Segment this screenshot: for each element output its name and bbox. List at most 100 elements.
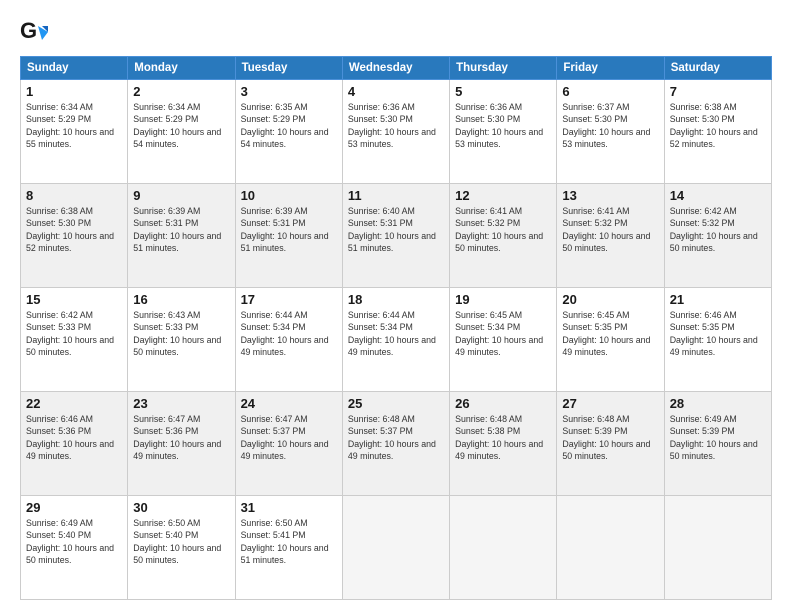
calendar-cell: 27 Sunrise: 6:48 AMSunset: 5:39 PMDayligh… <box>557 392 664 496</box>
calendar-cell: 20Sunrise: 6:45 AMSunset: 5:35 PMDayligh… <box>557 288 664 392</box>
day-number: 16 <box>133 292 229 307</box>
weekday-header-friday: Friday <box>557 57 664 80</box>
day-number: 21 <box>670 292 766 307</box>
day-info: Sunrise: 6:46 AMSunset: 5:36 PMDaylight:… <box>26 413 122 462</box>
calendar-cell: 29 Sunrise: 6:49 AMSunset: 5:40 PMDayligh… <box>21 496 128 600</box>
calendar-cell: 24 Sunrise: 6:47 AMSunset: 5:37 PMDayligh… <box>235 392 342 496</box>
day-number: 6 <box>562 84 658 99</box>
weekday-header-thursday: Thursday <box>450 57 557 80</box>
day-number: 15 <box>26 292 122 307</box>
day-number: 8 <box>26 188 122 203</box>
day-info: Sunrise: 6:41 AMSunset: 5:32 PMDaylight:… <box>562 205 658 254</box>
calendar-cell: 15 Sunrise: 6:42 AMSunset: 5:33 PMDayligh… <box>21 288 128 392</box>
calendar-cell: 26 Sunrise: 6:48 AMSunset: 5:38 PMDayligh… <box>450 392 557 496</box>
day-number: 28 <box>670 396 766 411</box>
header: G <box>20 18 772 46</box>
calendar-cell <box>664 496 771 600</box>
day-info: Sunrise: 6:39 AMSunset: 5:31 PMDaylight:… <box>241 205 337 254</box>
calendar-cell: 23 Sunrise: 6:47 AMSunset: 5:36 PMDayligh… <box>128 392 235 496</box>
calendar-cell: 11Sunrise: 6:40 AMSunset: 5:31 PMDayligh… <box>342 184 449 288</box>
day-number: 22 <box>26 396 122 411</box>
calendar-cell: 16Sunrise: 6:43 AMSunset: 5:33 PMDayligh… <box>128 288 235 392</box>
calendar-cell: 14 Sunrise: 6:42 AMSunset: 5:32 PMDayligh… <box>664 184 771 288</box>
calendar-cell: 10 Sunrise: 6:39 AMSunset: 5:31 PMDayligh… <box>235 184 342 288</box>
logo-icon: G <box>20 18 48 46</box>
day-number: 4 <box>348 84 444 99</box>
calendar-cell: 7 Sunrise: 6:38 AMSunset: 5:30 PMDaylight… <box>664 80 771 184</box>
page: G SundayMondayTuesdayWednesdayThursdayFr… <box>0 0 792 612</box>
calendar-cell: 25 Sunrise: 6:48 AMSunset: 5:37 PMDayligh… <box>342 392 449 496</box>
logo: G <box>20 18 52 46</box>
calendar-cell: 6 Sunrise: 6:37 AMSunset: 5:30 PMDaylight… <box>557 80 664 184</box>
day-number: 18 <box>348 292 444 307</box>
day-info: Sunrise: 6:49 AMSunset: 5:40 PMDaylight:… <box>26 517 122 566</box>
day-info: Sunrise: 6:35 AMSunset: 5:29 PMDaylight:… <box>241 101 337 150</box>
calendar-cell: 17Sunrise: 6:44 AMSunset: 5:34 PMDayligh… <box>235 288 342 392</box>
calendar-cell: 2Sunrise: 6:34 AMSunset: 5:29 PMDaylight… <box>128 80 235 184</box>
day-number: 11 <box>348 188 444 203</box>
svg-text:G: G <box>20 18 37 43</box>
weekday-header-sunday: Sunday <box>21 57 128 80</box>
day-number: 26 <box>455 396 551 411</box>
day-info: Sunrise: 6:46 AMSunset: 5:35 PMDaylight:… <box>670 309 766 358</box>
calendar-cell: 5 Sunrise: 6:36 AMSunset: 5:30 PMDaylight… <box>450 80 557 184</box>
day-number: 30 <box>133 500 229 515</box>
day-number: 25 <box>348 396 444 411</box>
day-number: 12 <box>455 188 551 203</box>
calendar-cell: 19Sunrise: 6:45 AMSunset: 5:34 PMDayligh… <box>450 288 557 392</box>
day-number: 20 <box>562 292 658 307</box>
day-info: Sunrise: 6:44 AMSunset: 5:34 PMDaylight:… <box>348 309 444 358</box>
day-number: 13 <box>562 188 658 203</box>
day-number: 23 <box>133 396 229 411</box>
day-info: Sunrise: 6:42 AMSunset: 5:32 PMDaylight:… <box>670 205 766 254</box>
weekday-header-saturday: Saturday <box>664 57 771 80</box>
day-number: 1 <box>26 84 122 99</box>
day-number: 29 <box>26 500 122 515</box>
calendar-cell: 1 Sunrise: 6:34 AMSunset: 5:29 PMDaylight… <box>21 80 128 184</box>
week-row-3: 15 Sunrise: 6:42 AMSunset: 5:33 PMDayligh… <box>21 288 772 392</box>
calendar-cell <box>342 496 449 600</box>
day-info: Sunrise: 6:38 AMSunset: 5:30 PMDaylight:… <box>670 101 766 150</box>
calendar-cell: 4 Sunrise: 6:36 AMSunset: 5:30 PMDaylight… <box>342 80 449 184</box>
day-info: Sunrise: 6:47 AMSunset: 5:37 PMDaylight:… <box>241 413 337 462</box>
day-info: Sunrise: 6:47 AMSunset: 5:36 PMDaylight:… <box>133 413 229 462</box>
day-number: 24 <box>241 396 337 411</box>
week-row-2: 8Sunrise: 6:38 AMSunset: 5:30 PMDaylight… <box>21 184 772 288</box>
calendar-cell: 18 Sunrise: 6:44 AMSunset: 5:34 PMDayligh… <box>342 288 449 392</box>
day-info: Sunrise: 6:48 AMSunset: 5:37 PMDaylight:… <box>348 413 444 462</box>
day-info: Sunrise: 6:44 AMSunset: 5:34 PMDaylight:… <box>241 309 337 358</box>
day-info: Sunrise: 6:49 AMSunset: 5:39 PMDaylight:… <box>670 413 766 462</box>
calendar-cell: 13 Sunrise: 6:41 AMSunset: 5:32 PMDayligh… <box>557 184 664 288</box>
day-number: 7 <box>670 84 766 99</box>
day-info: Sunrise: 6:48 AMSunset: 5:38 PMDaylight:… <box>455 413 551 462</box>
day-info: Sunrise: 6:45 AMSunset: 5:34 PMDaylight:… <box>455 309 551 358</box>
day-info: Sunrise: 6:39 AMSunset: 5:31 PMDaylight:… <box>133 205 229 254</box>
day-number: 31 <box>241 500 337 515</box>
calendar-cell <box>450 496 557 600</box>
day-info: Sunrise: 6:34 AMSunset: 5:29 PMDaylight:… <box>26 101 122 150</box>
calendar-table: SundayMondayTuesdayWednesdayThursdayFrid… <box>20 56 772 600</box>
weekday-header-tuesday: Tuesday <box>235 57 342 80</box>
day-info: Sunrise: 6:36 AMSunset: 5:30 PMDaylight:… <box>348 101 444 150</box>
day-info: Sunrise: 6:42 AMSunset: 5:33 PMDaylight:… <box>26 309 122 358</box>
weekday-header-monday: Monday <box>128 57 235 80</box>
day-number: 9 <box>133 188 229 203</box>
calendar-cell: 3 Sunrise: 6:35 AMSunset: 5:29 PMDaylight… <box>235 80 342 184</box>
week-row-5: 29 Sunrise: 6:49 AMSunset: 5:40 PMDayligh… <box>21 496 772 600</box>
day-number: 5 <box>455 84 551 99</box>
day-number: 3 <box>241 84 337 99</box>
day-info: Sunrise: 6:50 AMSunset: 5:40 PMDaylight:… <box>133 517 229 566</box>
day-info: Sunrise: 6:48 AMSunset: 5:39 PMDaylight:… <box>562 413 658 462</box>
calendar-cell: 9 Sunrise: 6:39 AMSunset: 5:31 PMDaylight… <box>128 184 235 288</box>
weekday-header-row: SundayMondayTuesdayWednesdayThursdayFrid… <box>21 57 772 80</box>
day-number: 14 <box>670 188 766 203</box>
calendar-cell: 12 Sunrise: 6:41 AMSunset: 5:32 PMDayligh… <box>450 184 557 288</box>
day-info: Sunrise: 6:41 AMSunset: 5:32 PMDaylight:… <box>455 205 551 254</box>
week-row-4: 22 Sunrise: 6:46 AMSunset: 5:36 PMDayligh… <box>21 392 772 496</box>
day-number: 27 <box>562 396 658 411</box>
day-info: Sunrise: 6:37 AMSunset: 5:30 PMDaylight:… <box>562 101 658 150</box>
day-info: Sunrise: 6:36 AMSunset: 5:30 PMDaylight:… <box>455 101 551 150</box>
calendar-cell: 8Sunrise: 6:38 AMSunset: 5:30 PMDaylight… <box>21 184 128 288</box>
day-number: 10 <box>241 188 337 203</box>
day-info: Sunrise: 6:34 AMSunset: 5:29 PMDaylight:… <box>133 101 229 150</box>
